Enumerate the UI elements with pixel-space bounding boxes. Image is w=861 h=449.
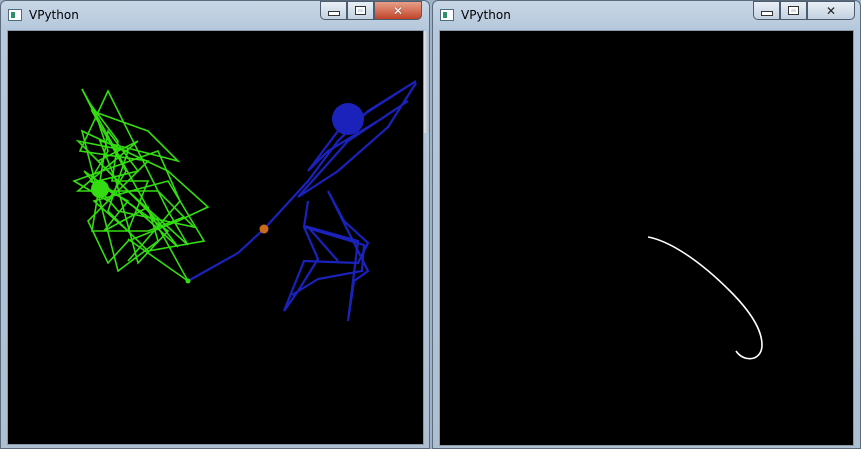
scene-3d-view [72, 80, 417, 322]
close-icon: ✕ [825, 3, 837, 18]
minimize-button[interactable] [320, 1, 347, 20]
scene-canvas[interactable] [439, 30, 854, 446]
close-button[interactable]: ✕ [807, 1, 855, 20]
blue-sphere [332, 103, 364, 135]
title-bar[interactable]: VPython ✕ [433, 1, 860, 29]
vpython-window-right[interactable]: VPython ✕ [432, 0, 861, 449]
close-icon: ✕ [392, 3, 404, 18]
maximize-icon [788, 6, 799, 15]
vpython-app-icon[interactable] [440, 9, 454, 21]
title-bar[interactable]: VPython ✕ [1, 1, 429, 29]
maximize-icon [355, 6, 366, 15]
maximize-button[interactable] [347, 1, 374, 20]
blue-trail [187, 80, 417, 322]
junction-marker [185, 278, 191, 284]
close-button[interactable]: ✕ [374, 1, 422, 20]
scrollbar-thumb[interactable] [424, 31, 429, 133]
minimize-icon [327, 11, 340, 16]
vpython-window-left[interactable]: VPython ✕ [0, 0, 430, 449]
maximize-button[interactable] [780, 1, 807, 20]
orange-ball [259, 224, 269, 234]
minimize-icon [760, 11, 773, 16]
window-title: VPython [29, 8, 79, 22]
scene-3d-view [647, 236, 763, 360]
scene-canvas[interactable] [7, 30, 424, 445]
white-trail [647, 236, 763, 360]
green-sphere [91, 180, 109, 198]
window-title: VPython [461, 8, 511, 22]
vpython-app-icon[interactable] [8, 9, 22, 21]
minimize-button[interactable] [753, 1, 780, 20]
